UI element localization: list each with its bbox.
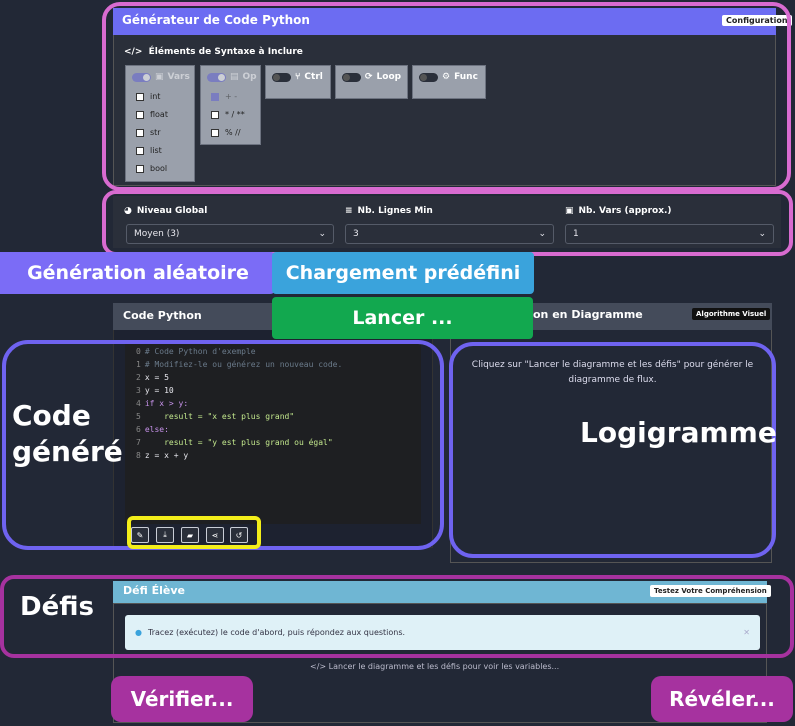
verify-button[interactable]: Vérifier... [111, 676, 253, 722]
code-icon: </> [310, 662, 327, 671]
levels-highlight [102, 190, 793, 256]
challenge-footer: </> Lancer le diagramme et les défis pou… [310, 662, 559, 671]
reveal-button[interactable]: Révéler... [651, 676, 793, 722]
toolbar-highlight [127, 516, 261, 549]
challenges-callout-label: Défis [20, 592, 94, 622]
preset-loading-button[interactable]: Chargement prédéfini [272, 252, 534, 294]
flow-highlight [449, 342, 776, 558]
challenge-highlight [0, 575, 794, 658]
random-generation-button[interactable]: Génération aléatoire [0, 252, 276, 294]
footer-text: Lancer le diagramme et les défis pour vo… [328, 662, 560, 671]
diagram-badge: Algorithme Visuel [692, 308, 771, 320]
flowchart-callout-label: Logigramme [580, 416, 777, 449]
diagram-title: on en Diagramme [533, 308, 643, 321]
code-panel-title: Code Python [123, 309, 202, 322]
config-highlight [102, 2, 791, 191]
code-callout-label: Code généré [12, 399, 123, 468]
launch-button[interactable]: Lancer ... [272, 297, 533, 339]
